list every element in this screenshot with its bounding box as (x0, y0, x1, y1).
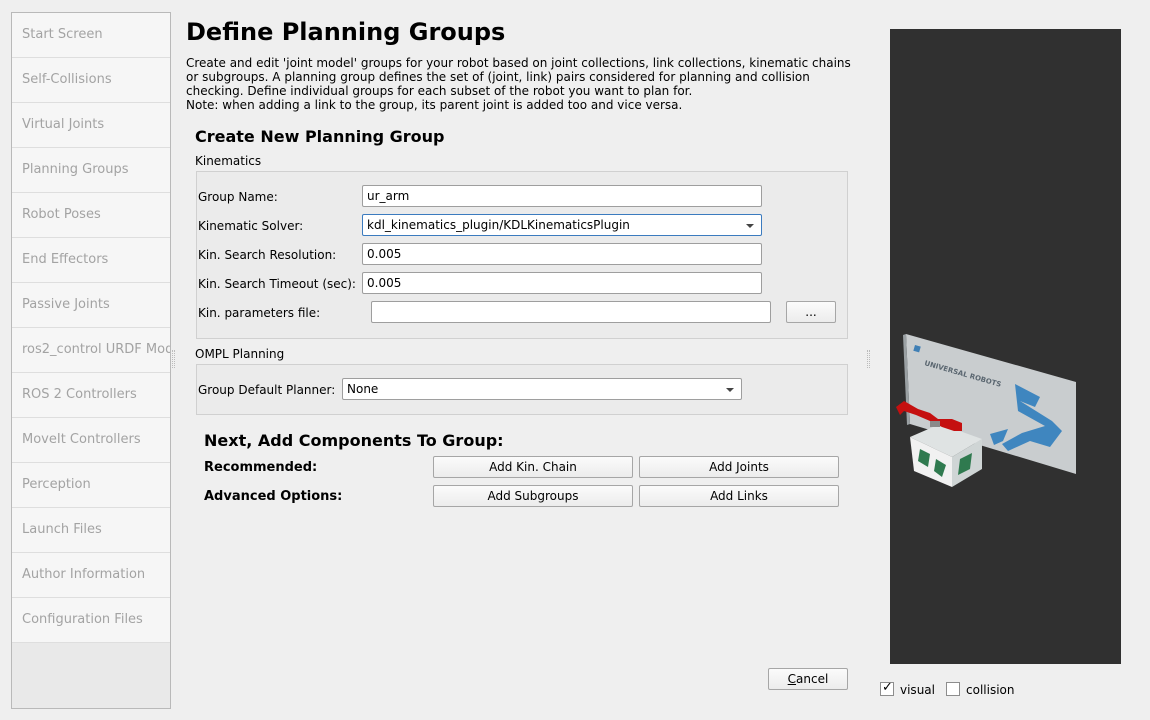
sidebar-item-moveit-controllers[interactable]: MoveIt Controllers (12, 418, 170, 463)
chevron-down-icon (726, 388, 734, 392)
sidebar-nav: Start Screen Self-Collisions Virtual Joi… (11, 12, 171, 709)
add-joints-button[interactable]: Add Joints (639, 456, 839, 478)
sidebar-item-virtual-joints[interactable]: Virtual Joints (12, 103, 170, 148)
chevron-down-icon (746, 224, 754, 228)
sidebar-item-robot-poses[interactable]: Robot Poses (12, 193, 170, 238)
add-kin-chain-button[interactable]: Add Kin. Chain (433, 456, 633, 478)
sidebar-item-ros2-controllers[interactable]: ROS 2 Controllers (12, 373, 170, 418)
sidebar-item-passive-joints[interactable]: Passive Joints (12, 283, 170, 328)
splitter-handle-right[interactable] (867, 350, 870, 368)
search-timeout-input[interactable] (362, 272, 762, 294)
kinematic-solver-label: Kinematic Solver: (198, 219, 304, 233)
description-text: Create and edit 'joint model' groups for… (186, 56, 851, 98)
robot-scene: UNIVERSAL ROBOTS (896, 334, 1076, 487)
sidebar-item-ros2-control[interactable]: ros2_control URDF Modifications (12, 328, 170, 373)
advanced-options-label: Advanced Options: (204, 489, 343, 504)
search-timeout-label: Kin. Search Timeout (sec): (198, 277, 356, 291)
browse-params-button[interactable]: ... (786, 301, 836, 323)
sidebar-item-perception[interactable]: Perception (12, 463, 170, 508)
description-note: Note: when adding a link to the group, i… (186, 98, 683, 112)
sidebar-item-configuration-files[interactable]: Configuration Files (12, 598, 170, 643)
search-resolution-label: Kin. Search Resolution: (198, 248, 337, 262)
params-file-label: Kin. parameters file: (198, 306, 321, 320)
add-links-button[interactable]: Add Links (639, 485, 839, 507)
params-file-input[interactable] (371, 301, 771, 323)
add-components-heading: Next, Add Components To Group: (204, 431, 504, 450)
kinematic-solver-select[interactable]: kdl_kinematics_plugin/KDLKinematicsPlugi… (362, 214, 762, 236)
create-group-heading: Create New Planning Group (195, 127, 445, 146)
default-planner-value: None (347, 382, 379, 396)
sidebar-item-author-information[interactable]: Author Information (12, 553, 170, 598)
sidebar-item-self-collisions[interactable]: Self-Collisions (12, 58, 170, 103)
kinematic-solver-value: kdl_kinematics_plugin/KDLKinematicsPlugi… (367, 218, 630, 232)
sidebar-item-planning-groups[interactable]: Planning Groups (12, 148, 170, 193)
sidebar-item-end-effectors[interactable]: End Effectors (12, 238, 170, 283)
cancel-button[interactable]: Cancel (768, 668, 848, 690)
visual-label: visual (900, 683, 935, 697)
cancel-mnemonic: C (787, 672, 797, 686)
sidebar-item-start-screen[interactable]: Start Screen (12, 13, 170, 58)
search-resolution-input[interactable] (362, 243, 762, 265)
add-subgroups-button[interactable]: Add Subgroups (433, 485, 633, 507)
recommended-label: Recommended: (204, 460, 318, 475)
visual-checkbox[interactable]: ✓ (880, 680, 894, 696)
ompl-group-label: OMPL Planning (195, 347, 285, 361)
default-planner-label: Group Default Planner: (198, 383, 336, 397)
splitter-handle-left[interactable] (172, 350, 175, 368)
collision-checkbox[interactable] (946, 682, 960, 696)
sidebar-item-launch-files[interactable]: Launch Files (12, 508, 170, 553)
cancel-label: ancel (796, 672, 829, 686)
robot-3d-viewer[interactable]: UNIVERSAL ROBOTS (890, 29, 1121, 664)
kinematics-group-label: Kinematics (195, 154, 262, 168)
page-title: Define Planning Groups (186, 18, 506, 46)
checkmark-icon: ✓ (882, 680, 893, 695)
group-name-input[interactable] (362, 185, 762, 207)
default-planner-select[interactable]: None (342, 378, 742, 400)
group-name-label: Group Name: (198, 190, 278, 204)
collision-label: collision (966, 683, 1015, 697)
page-description: Create and edit 'joint model' groups for… (186, 56, 866, 112)
robot-joint (930, 421, 940, 427)
